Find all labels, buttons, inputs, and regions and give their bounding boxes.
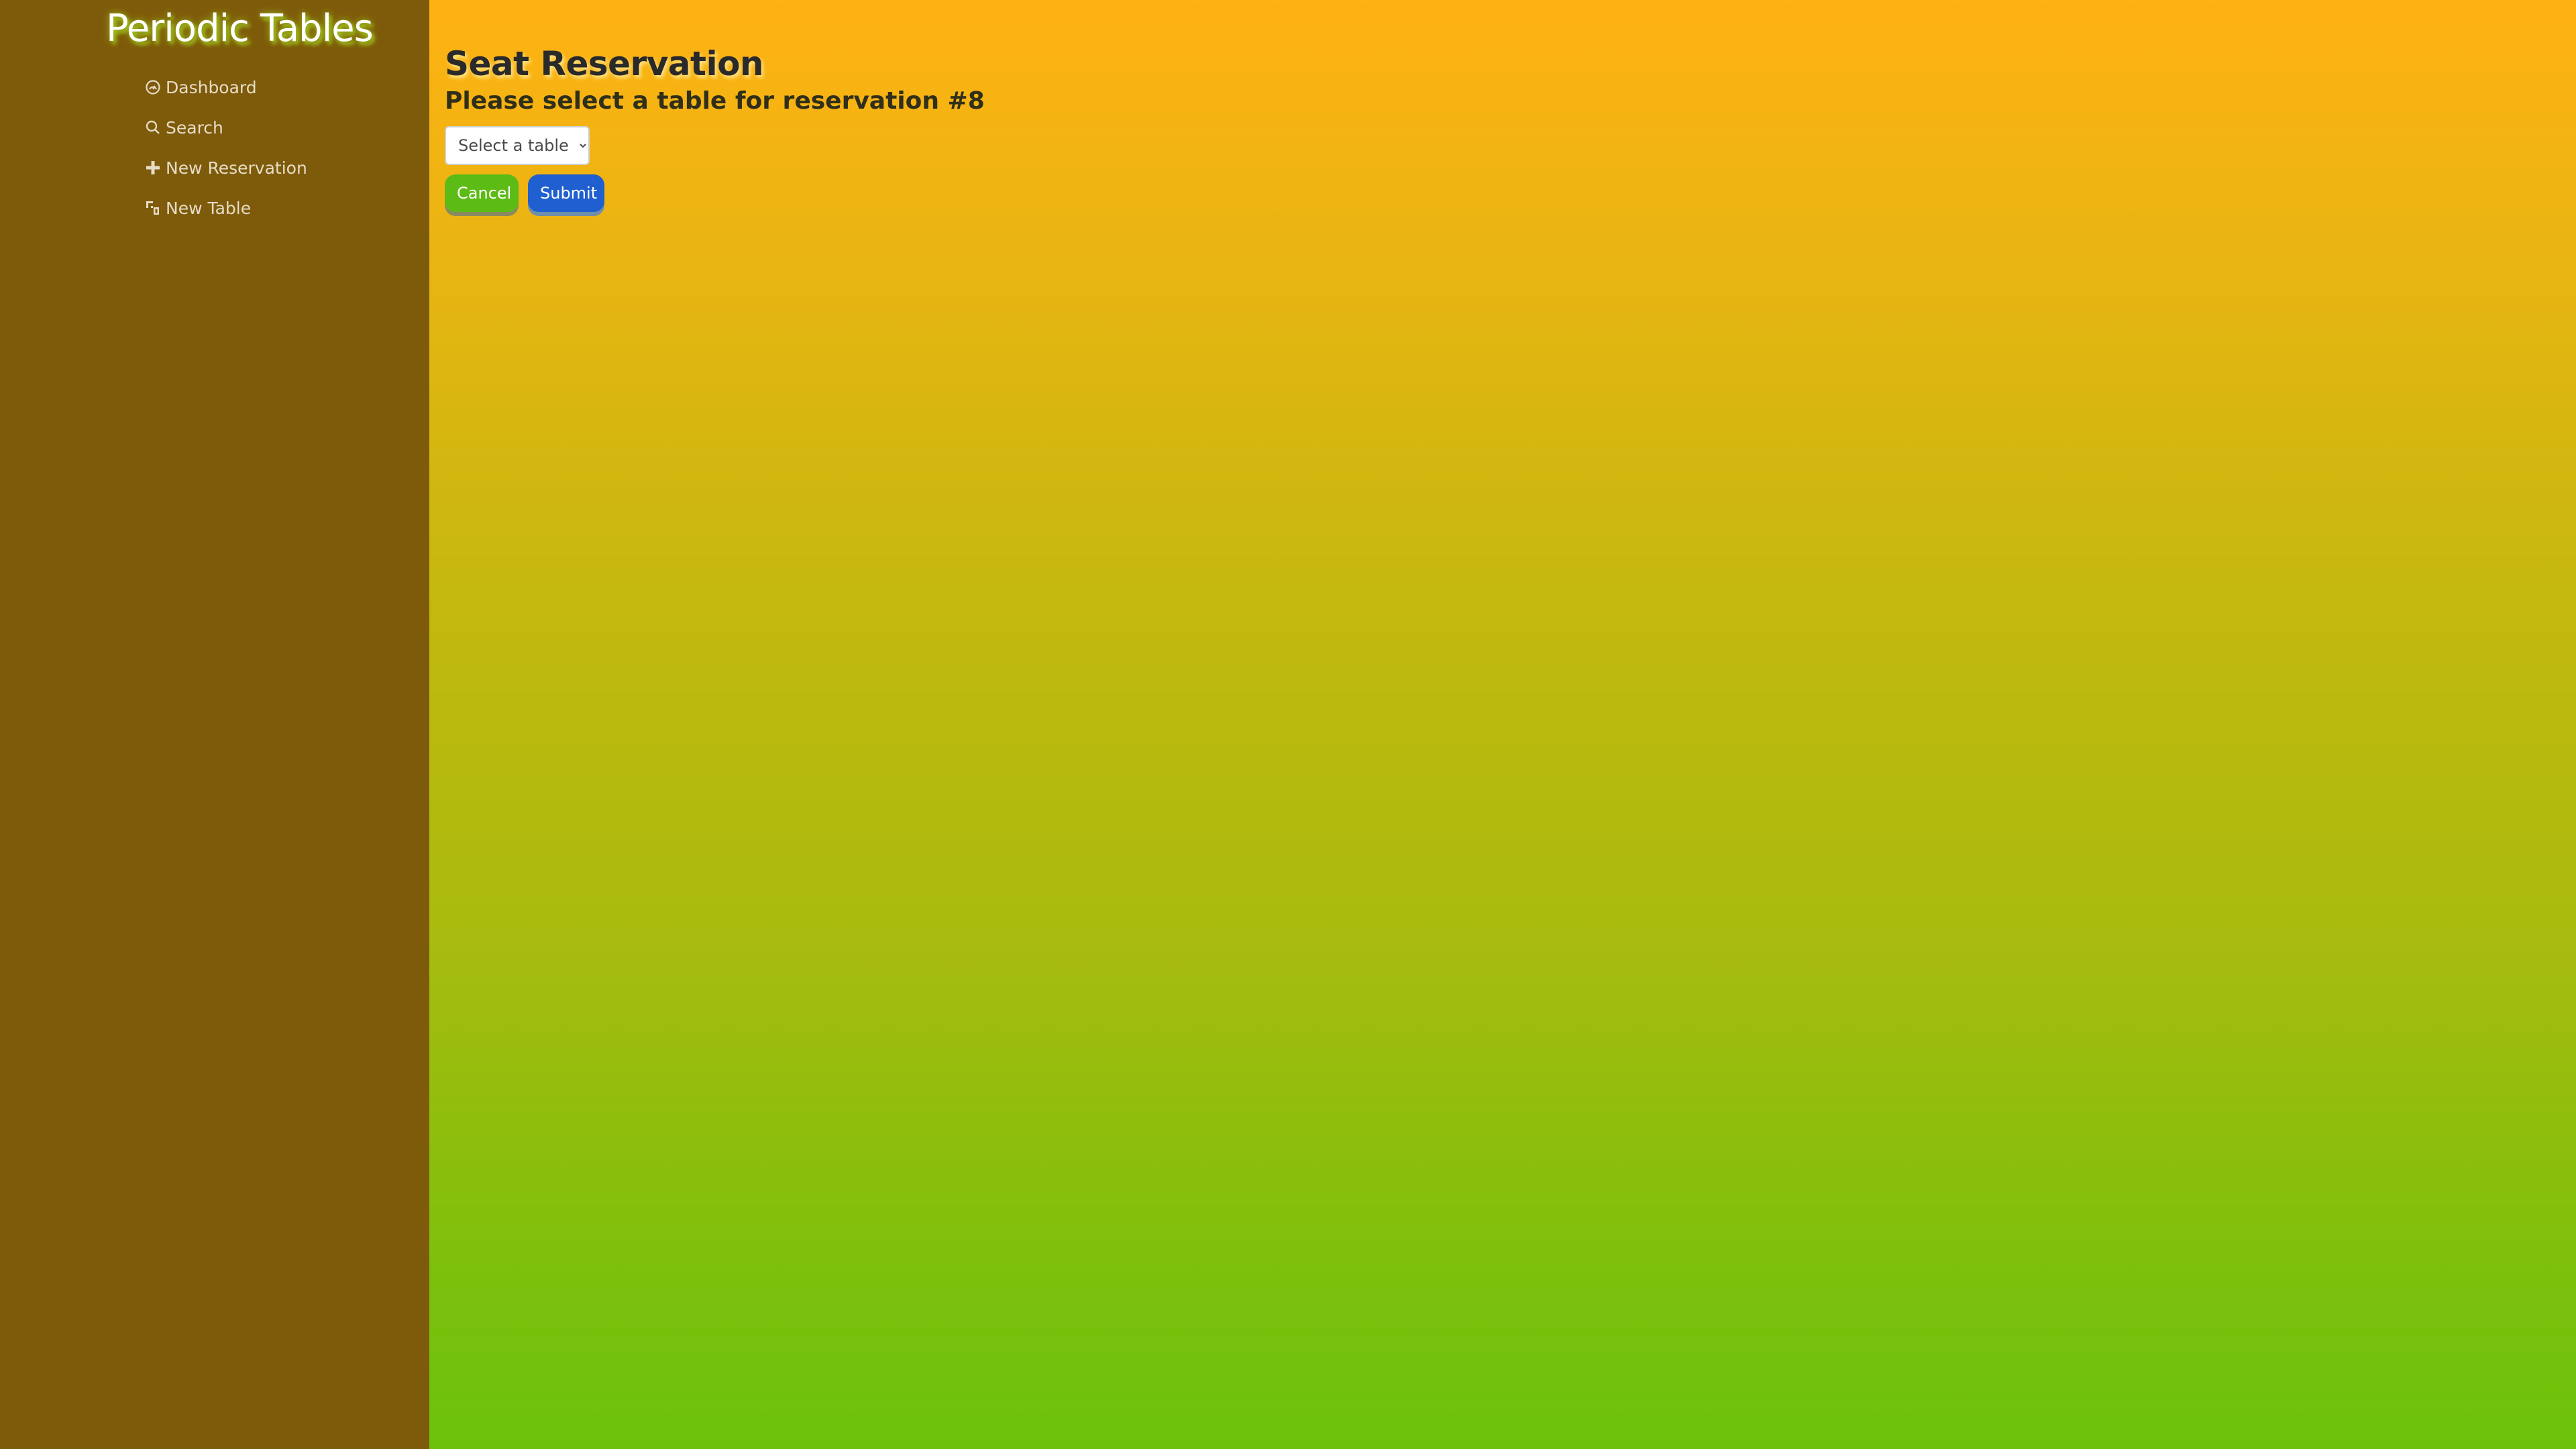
sidebar-item-label: Search [166, 117, 223, 138]
table-select[interactable]: Select a table [445, 126, 590, 165]
submit-button[interactable]: Submit [528, 174, 604, 212]
sidebar-item-new-reservation[interactable]: New Reservation [144, 148, 307, 188]
page-title: Seat Reservation [445, 44, 764, 83]
search-icon [144, 119, 162, 136]
sidebar-nav: Dashboard Search New Reservation New Tab… [144, 67, 307, 228]
sidebar-item-dashboard[interactable]: Dashboard [144, 67, 307, 107]
sidebar-item-label: Dashboard [166, 77, 257, 97]
brand-title[interactable]: Periodic Tables [106, 7, 374, 50]
cancel-button[interactable]: Cancel [445, 174, 519, 212]
sidebar-item-search[interactable]: Search [144, 107, 307, 148]
sidebar-item-new-table[interactable]: New Table [144, 188, 307, 228]
sidebar-item-label: New Table [166, 198, 252, 218]
page-subtitle: Please select a table for reservation #8 [445, 87, 985, 115]
plus-icon [144, 159, 162, 176]
dashboard-icon [144, 78, 162, 96]
sidebar-item-label: New Reservation [166, 158, 307, 178]
main-content: Seat Reservation Please select a table f… [429, 0, 2576, 1449]
sidebar: Periodic Tables Dashboard Search New Res… [0, 0, 429, 1449]
app-root: Periodic Tables Dashboard Search New Res… [0, 0, 2576, 1449]
table-icon [144, 199, 162, 217]
form-actions: Cancel Submit [445, 174, 985, 212]
seat-reservation-form: Seat Reservation Please select a table f… [445, 42, 985, 212]
